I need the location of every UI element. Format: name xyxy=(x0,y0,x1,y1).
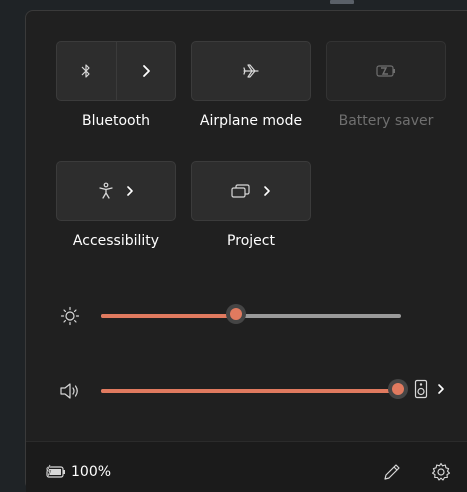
speaker-icon[interactable] xyxy=(59,382,81,400)
volume-slider-thumb[interactable] xyxy=(388,379,408,399)
edit-pencil-icon[interactable] xyxy=(382,462,402,482)
quick-settings-footer: 100% xyxy=(26,441,467,492)
battery-charging-icon[interactable] xyxy=(45,464,67,480)
accessibility-tile[interactable] xyxy=(56,161,176,221)
accessibility-label: Accessibility xyxy=(72,233,160,249)
audio-output-button[interactable] xyxy=(414,379,446,399)
brightness-fill xyxy=(101,314,236,318)
airplane-mode-label: Airplane mode xyxy=(199,113,303,129)
chevron-right-icon xyxy=(125,185,135,197)
airplane-mode-tile[interactable] xyxy=(191,41,311,101)
volume-fill xyxy=(101,389,401,393)
project-label: Project xyxy=(227,233,275,249)
battery-percentage[interactable]: 100% xyxy=(71,464,111,480)
taskbar-fragment xyxy=(330,0,354,4)
battery-saver-icon xyxy=(375,64,397,78)
project-icon xyxy=(230,183,252,199)
bluetooth-icon xyxy=(79,63,93,79)
settings-gear-icon[interactable] xyxy=(431,462,451,482)
quick-settings-panel: Bluetooth Airplane mode Battery saver Ac… xyxy=(25,10,467,492)
airplane-icon xyxy=(241,61,261,81)
bluetooth-toggle-button[interactable] xyxy=(57,42,116,100)
sun-icon xyxy=(60,306,80,326)
battery-saver-tile[interactable] xyxy=(326,41,446,101)
bluetooth-label: Bluetooth xyxy=(82,113,150,129)
volume-slider-row xyxy=(26,371,467,411)
audio-output-icon xyxy=(414,379,428,399)
brightness-slider-thumb[interactable] xyxy=(226,304,246,324)
brightness-slider-row xyxy=(26,296,467,336)
bluetooth-tile xyxy=(56,41,176,101)
bluetooth-expand-button[interactable] xyxy=(116,42,175,100)
chevron-right-icon xyxy=(262,185,272,197)
chevron-right-icon xyxy=(140,64,152,78)
project-tile[interactable] xyxy=(191,161,311,221)
desktop-background xyxy=(0,0,467,10)
battery-saver-label: Battery saver xyxy=(338,113,434,129)
accessibility-icon xyxy=(97,182,115,200)
chevron-right-icon xyxy=(436,383,446,395)
